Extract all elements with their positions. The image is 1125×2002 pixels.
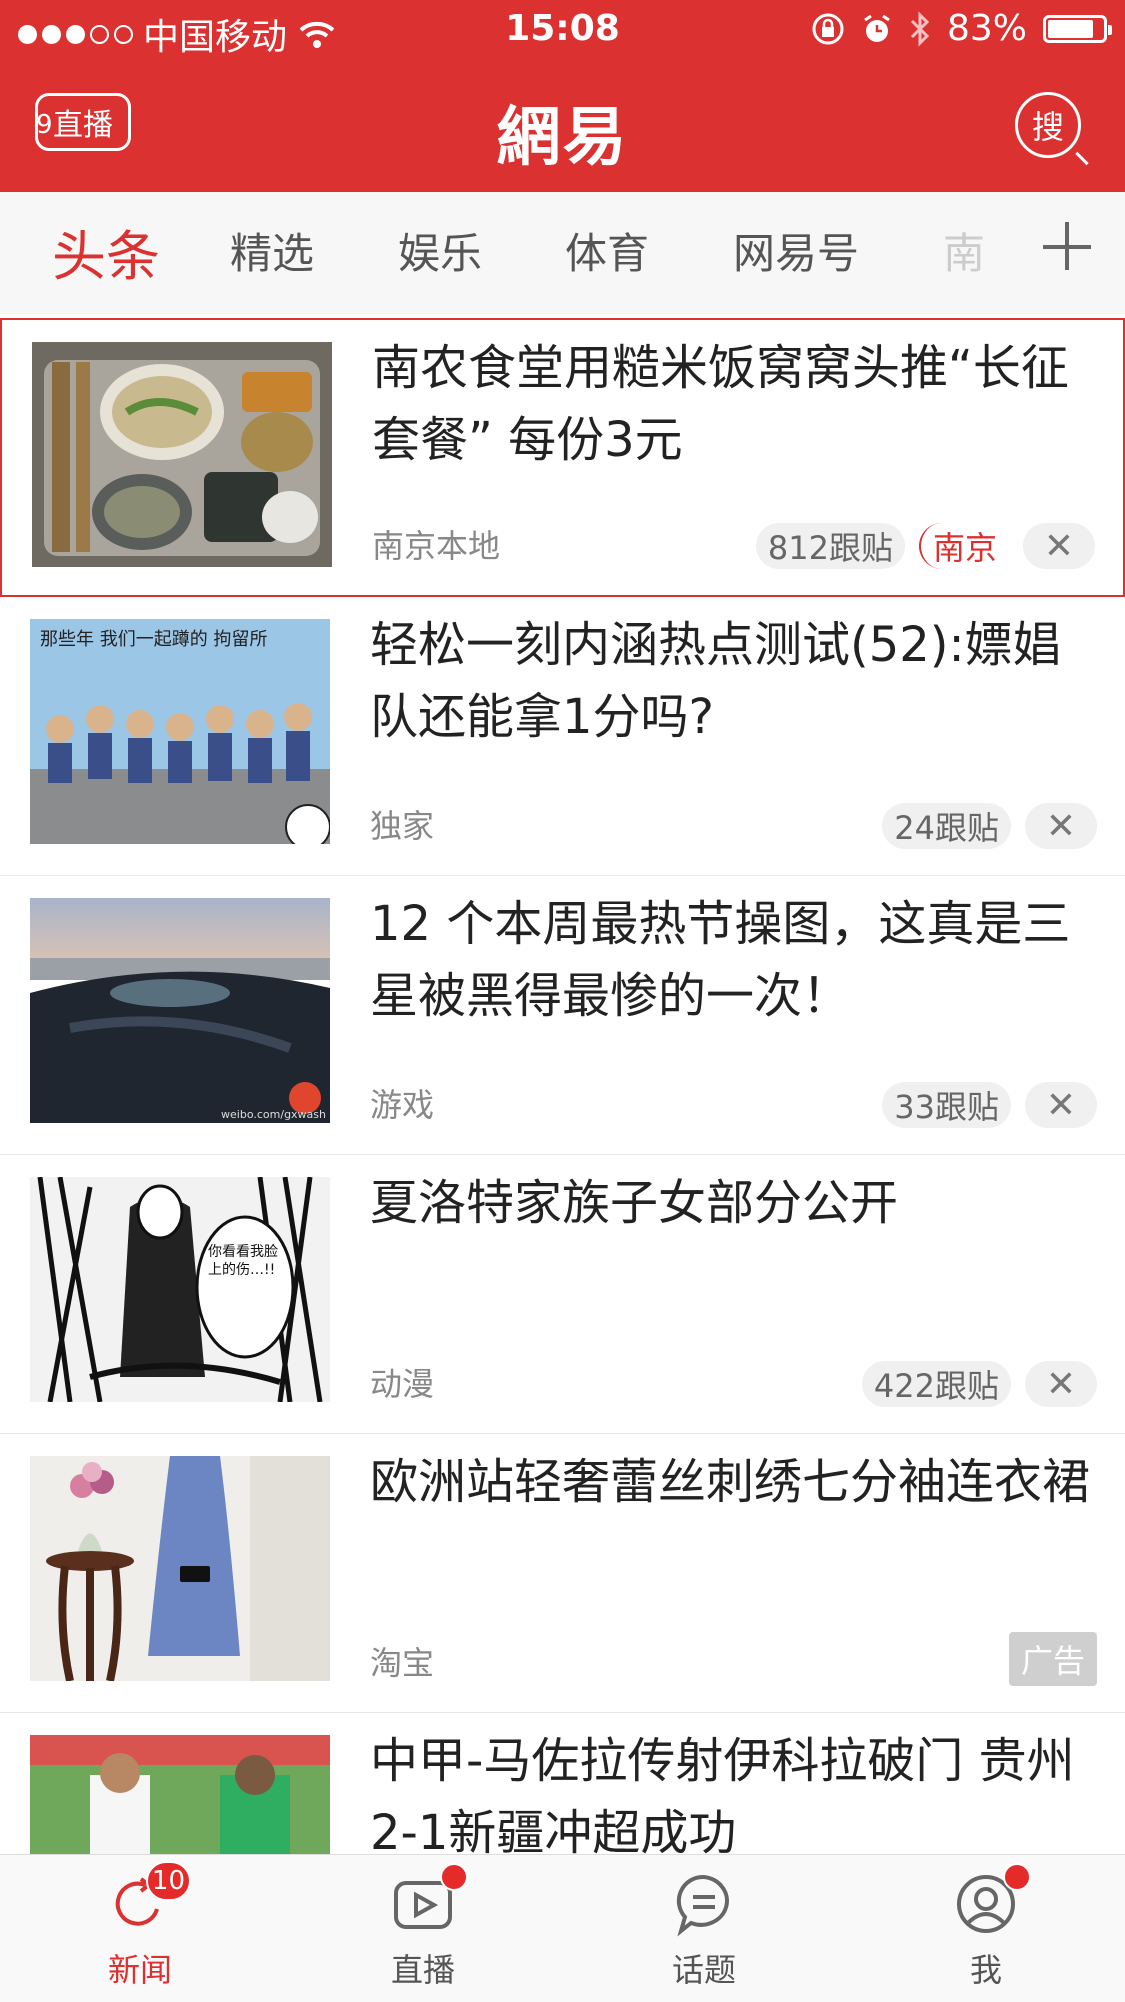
refresh-icon: 10 <box>105 1861 191 1939</box>
tab-entertainment[interactable]: 娱乐 <box>398 220 482 281</box>
news-item[interactable]: 那些年 我们一起蹲的 拘留所 轻松一刻内涵热点测试(52):嫖娼队还能拿1分吗?… <box>0 597 1125 876</box>
comment-count[interactable]: 33跟贴 <box>882 1082 1011 1128</box>
tab-headlines[interactable]: 头条 <box>52 212 160 291</box>
app-logo: 網易 <box>496 100 629 175</box>
tab-me[interactable]: 我 <box>906 1863 1066 1991</box>
thumbnail-group-photo: 那些年 我们一起蹲的 拘留所 <box>30 619 330 844</box>
thumbnail-soccer-match <box>30 1735 330 1854</box>
user-icon <box>951 1863 1031 1939</box>
thumbnail-manga-panel: 你看看我脸上的伤…!! <box>30 1177 330 1402</box>
news-source: 动漫 <box>370 1365 435 1403</box>
thumbnail-caption: weibo.com/gxwash <box>221 1108 326 1121</box>
search-button[interactable]: 搜 <box>1015 92 1081 158</box>
search-icon: 搜 <box>1031 108 1064 146</box>
news-title: 中甲-马佐拉传射伊科拉破门 贵州2-1新疆冲超成功 <box>370 1733 1075 1854</box>
news-item[interactable]: weibo.com/gxwash 12 个本周最热节操图，这真是三星被黑得最惨的… <box>0 876 1125 1155</box>
tab-live[interactable]: 直播 <box>343 1863 503 1991</box>
comment-count[interactable]: 422跟贴 <box>861 1361 1011 1407</box>
thumbnail-dress <box>30 1456 330 1681</box>
news-title: 12 个本周最热节操图，这真是三星被黑得最惨的一次！ <box>370 896 1071 1024</box>
news-source: 独家 <box>370 807 435 845</box>
news-source: 游戏 <box>370 1086 435 1124</box>
channel-tabs: 头条 精选 娱乐 体育 网易号 南 <box>0 192 1125 314</box>
tab-label: 我 <box>969 1951 1002 1989</box>
bottom-tab-bar: 10 新闻 直播 话题 我 <box>0 1854 1125 2002</box>
comment-count[interactable]: 812跟贴 <box>755 523 905 569</box>
tab-netease-account[interactable]: 网易号 <box>733 220 859 281</box>
news-badge: 10 <box>145 1861 191 1901</box>
comment-count[interactable]: 24跟贴 <box>882 803 1011 849</box>
tab-featured[interactable]: 精选 <box>230 220 314 281</box>
news-title: 南农食堂用糙米饭窝窝头推“长征套餐” 每份3元 <box>372 340 1069 468</box>
bluetooth-icon <box>910 10 930 47</box>
orientation-lock-icon <box>812 13 844 44</box>
news-item[interactable]: 南农食堂用糙米饭窝窝头推“长征套餐” 每份3元 南京本地 812跟贴 南京 ✕ <box>0 318 1125 597</box>
thumbnail-caption: 那些年 我们一起蹲的 拘留所 <box>40 629 268 650</box>
dismiss-button[interactable]: ✕ <box>1025 803 1097 849</box>
notification-dot <box>440 1863 468 1891</box>
thumbnail-caption: 你看看我脸上的伤…!! <box>208 1244 278 1278</box>
news-source: 南京本地 <box>372 527 501 565</box>
status-bar: 中国移动 15:08 83% <box>0 0 1125 60</box>
notification-dot <box>1003 1863 1031 1891</box>
dismiss-button[interactable]: ✕ <box>1025 1082 1097 1128</box>
chat-icon <box>669 1869 739 1939</box>
news-item[interactable]: 你看看我脸上的伤…!! 夏洛特家族子女部分公开 动漫 422跟贴 ✕ <box>0 1155 1125 1434</box>
battery-icon <box>1043 14 1112 43</box>
dismiss-button[interactable]: ✕ <box>1025 1361 1097 1407</box>
tab-label: 直播 <box>390 1951 455 1989</box>
app-header: 9 直播 網易 搜 <box>0 60 1125 192</box>
dismiss-button[interactable]: ✕ <box>1023 523 1095 569</box>
tab-label: 话题 <box>671 1951 736 1989</box>
news-feed: 南农食堂用糙米饭窝窝头推“长征套餐” 每份3元 南京本地 812跟贴 南京 ✕ <box>0 314 1125 1854</box>
news-title: 轻松一刻内涵热点测试(52):嫖娼队还能拿1分吗? <box>370 617 1061 745</box>
battery-percent: 83% <box>946 8 1027 49</box>
news-title: 欧洲站轻奢蕾丝刺绣七分袖连衣裙 <box>370 1454 1091 1510</box>
news-item[interactable]: 中甲-马佐拉传射伊科拉破门 贵州2-1新疆冲超成功 <box>0 1713 1125 1854</box>
add-channel-icon[interactable] <box>1037 216 1097 276</box>
tab-label: 新闻 <box>107 1951 172 1989</box>
ad-item[interactable]: 欧洲站轻奢蕾丝刺绣七分袖连衣裙 淘宝 广告 <box>0 1434 1125 1713</box>
thumbnail-car-hood: weibo.com/gxwash <box>30 898 330 1123</box>
play-icon <box>388 1863 468 1939</box>
tab-topics[interactable]: 话题 <box>624 1869 784 1991</box>
news-source: 淘宝 <box>370 1644 435 1682</box>
thumbnail-food-tray <box>32 342 332 567</box>
tab-sports[interactable]: 体育 <box>565 220 649 281</box>
ad-badge: 广告 <box>1008 1632 1097 1686</box>
tab-news[interactable]: 10 新闻 <box>60 1861 220 1991</box>
alarm-icon <box>864 14 890 42</box>
news-title: 夏洛特家族子女部分公开 <box>370 1175 899 1231</box>
location-tag[interactable]: 南京 <box>918 523 1009 569</box>
